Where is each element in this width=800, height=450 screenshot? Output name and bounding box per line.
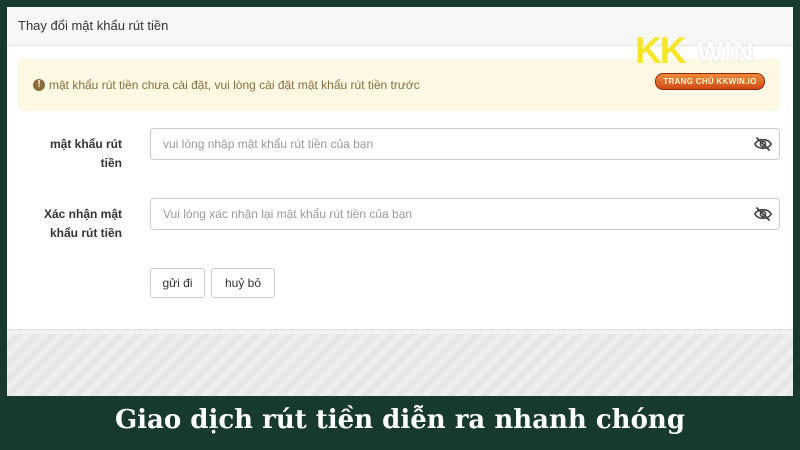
- password-label-line2: tiền: [100, 156, 122, 170]
- panel-title: Thay đổi mật khẩu rút tiền: [18, 18, 169, 33]
- logo-badge: TRANG CHỦ KKWIN.IO: [655, 73, 765, 90]
- withdraw-password-panel: Thay đổi mật khẩu rút tiền ! mật khẩu rú…: [7, 7, 793, 330]
- confirm-label-line2: khẩu rút tiền: [49, 226, 122, 240]
- kkwin-logo: KK WIN TRANG CHỦ KKWIN.IO: [635, 30, 785, 93]
- submit-button[interactable]: gửi đi: [150, 268, 205, 298]
- confirm-label-line1: Xác nhận mật: [43, 207, 122, 221]
- password-field[interactable]: [150, 128, 780, 160]
- password-input[interactable]: [151, 129, 743, 159]
- password-label: mật khẩu rút tiền: [7, 135, 122, 173]
- logo-win-text: WIN: [697, 36, 755, 67]
- exclamation-circle-icon: !: [33, 79, 45, 91]
- eye-slash-icon[interactable]: [753, 205, 773, 223]
- caption: Giao dịch rút tiền diễn ra nhanh chóng: [114, 405, 686, 435]
- alert-text: mật khẩu rút tiền chưa cài đặt, vui lòng…: [49, 78, 420, 92]
- cancel-button[interactable]: huỷ bỏ: [211, 268, 275, 298]
- confirm-field[interactable]: [150, 198, 780, 230]
- eye-slash-icon[interactable]: [753, 135, 773, 153]
- screenshot-frame: Thay đổi mật khẩu rút tiền ! mật khẩu rú…: [7, 7, 793, 396]
- page-background: [7, 334, 793, 396]
- confirm-password-input[interactable]: [151, 199, 743, 229]
- logo-kk-text: KK: [635, 30, 686, 71]
- password-label-line1: mật khẩu rút: [49, 137, 122, 151]
- confirm-label: Xác nhận mật khẩu rút tiền: [7, 205, 122, 243]
